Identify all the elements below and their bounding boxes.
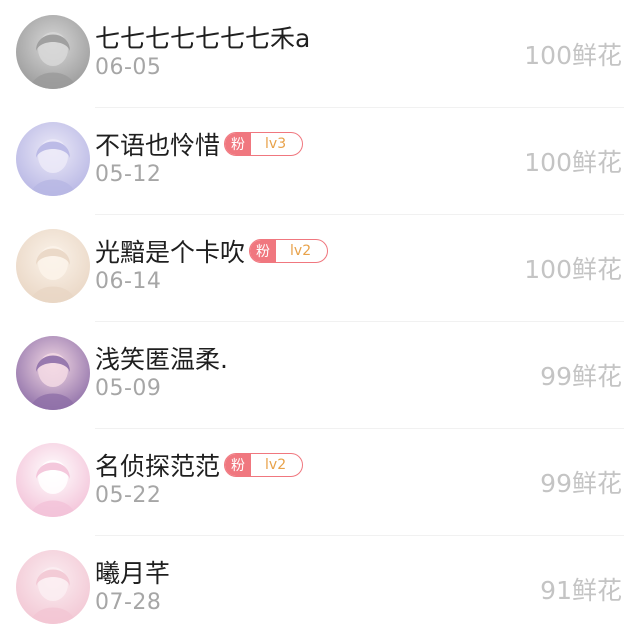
flower-unit: 鲜花 bbox=[571, 148, 622, 177]
avatar-anime-girl-icon[interactable] bbox=[16, 336, 90, 410]
flower-count: 100 bbox=[524, 41, 572, 70]
date: 07-28 bbox=[95, 590, 162, 615]
avatar-anime-girl-icon[interactable] bbox=[16, 229, 90, 303]
flower-count: 100 bbox=[524, 255, 572, 284]
fan-level-badge: 粉 lv2 bbox=[224, 453, 304, 477]
divider bbox=[95, 214, 624, 215]
list-item[interactable]: 不语也怜惜粉 lv3 05-12 100 鲜花 bbox=[0, 107, 640, 214]
divider bbox=[95, 321, 624, 322]
date: 06-05 bbox=[95, 55, 162, 80]
avatar-anime-girl-icon[interactable] bbox=[16, 122, 90, 196]
divider bbox=[95, 535, 624, 536]
date: 06-14 bbox=[95, 269, 162, 294]
user-name[interactable]: 不语也怜惜 bbox=[95, 126, 220, 162]
fan-level: lv2 bbox=[265, 457, 287, 473]
flower-unit: 鲜花 bbox=[571, 41, 622, 70]
user-name[interactable]: 名侦探范范 bbox=[95, 447, 220, 483]
list-item[interactable]: 曦月芊 07-28 91 鲜花 bbox=[0, 535, 640, 642]
flower-unit: 鲜花 bbox=[571, 576, 622, 605]
fan-level: lv2 bbox=[290, 243, 312, 259]
flower-unit: 鲜花 bbox=[571, 362, 622, 391]
divider bbox=[95, 428, 624, 429]
flower-amount: 91 鲜花 bbox=[540, 571, 622, 607]
name-line: 名侦探范范粉 lv2 bbox=[95, 447, 304, 483]
name-line: 七七七七七七七禾a bbox=[95, 20, 310, 54]
user-name[interactable]: 七七七七七七七禾a bbox=[95, 19, 310, 55]
flower-amount: 100 鲜花 bbox=[524, 250, 622, 286]
flower-unit: 鲜花 bbox=[571, 255, 622, 284]
flower-count: 99 bbox=[540, 362, 572, 391]
date: 05-12 bbox=[95, 162, 162, 187]
flower-unit: 鲜花 bbox=[571, 469, 622, 498]
flower-amount: 100 鲜花 bbox=[524, 36, 622, 72]
flower-amount: 100 鲜花 bbox=[524, 143, 622, 179]
flower-ranking-list: 七七七七七七七禾a 06-05 100 鲜花 不语也怜惜粉 lv3 05-12 100 鲜花 光黯… bbox=[0, 0, 640, 643]
avatar-anime-girl-icon[interactable] bbox=[16, 550, 90, 624]
avatar-grayscale-icon[interactable] bbox=[16, 15, 90, 89]
flower-amount: 99 鲜花 bbox=[540, 464, 622, 500]
name-line: 不语也怜惜粉 lv3 bbox=[95, 126, 304, 162]
flower-count: 100 bbox=[524, 148, 572, 177]
fan-level-badge: 粉 lv3 bbox=[224, 132, 304, 156]
avatar-chibi-icon[interactable] bbox=[16, 443, 90, 517]
divider bbox=[95, 107, 624, 108]
date: 05-22 bbox=[95, 483, 162, 508]
fan-tag: 粉 bbox=[225, 133, 252, 155]
fan-level-badge: 粉 lv2 bbox=[249, 239, 329, 263]
user-name[interactable]: 曦月芊 bbox=[95, 554, 170, 590]
fan-tag: 粉 bbox=[225, 454, 252, 476]
flower-count: 99 bbox=[540, 469, 572, 498]
user-name[interactable]: 浅笑匿温柔. bbox=[95, 340, 228, 376]
fan-level: lv3 bbox=[265, 136, 287, 152]
name-line: 浅笑匿温柔. bbox=[95, 341, 228, 375]
flower-amount: 99 鲜花 bbox=[540, 357, 622, 393]
list-item[interactable]: 名侦探范范粉 lv2 05-22 99 鲜花 bbox=[0, 428, 640, 535]
name-line: 光黯是个卡吹粉 lv2 bbox=[95, 233, 329, 269]
date: 05-09 bbox=[95, 376, 162, 401]
name-line: 曦月芊 bbox=[95, 555, 170, 589]
user-name[interactable]: 光黯是个卡吹 bbox=[95, 233, 245, 269]
fan-tag: 粉 bbox=[250, 240, 277, 262]
list-item[interactable]: 七七七七七七七禾a 06-05 100 鲜花 bbox=[0, 0, 640, 107]
flower-count: 91 bbox=[540, 576, 572, 605]
list-item[interactable]: 浅笑匿温柔. 05-09 99 鲜花 bbox=[0, 321, 640, 428]
list-item[interactable]: 光黯是个卡吹粉 lv2 06-14 100 鲜花 bbox=[0, 214, 640, 321]
